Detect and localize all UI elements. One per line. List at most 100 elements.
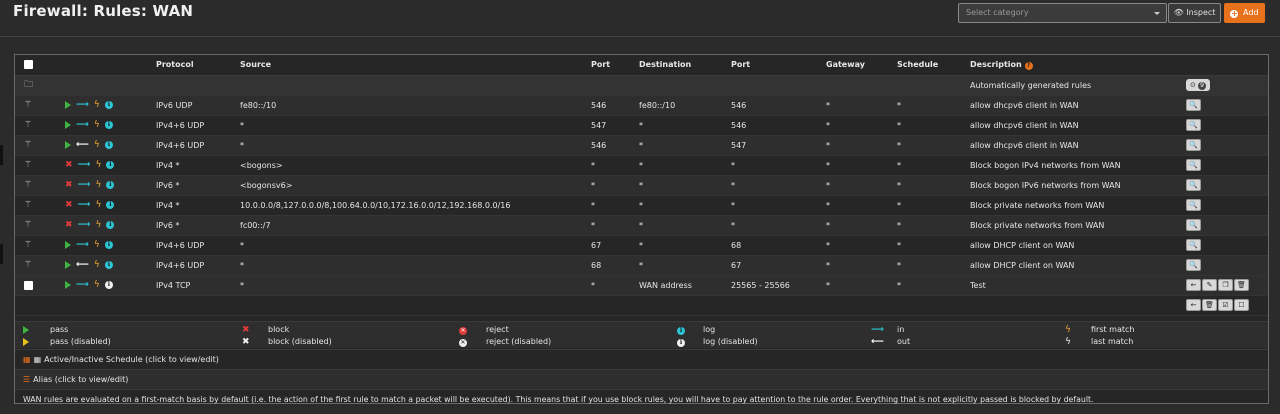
cell-protocol: IPv6 * <box>156 180 180 190</box>
legend-log-disabled: log (disabled) <box>703 337 758 346</box>
log-icon[interactable]: i <box>104 101 113 109</box>
cell-gateway: * <box>826 100 830 110</box>
window-edge <box>0 244 3 264</box>
inspect-button[interactable]: 👁 Inspect <box>1168 3 1221 23</box>
move-rule-button[interactable]: ← <box>1186 279 1201 291</box>
cell-protocol: IPv4 TCP <box>156 280 191 290</box>
pass-icon[interactable] <box>65 141 71 149</box>
table-row[interactable]: ⚚ ⟵ ϟ i IPv4+6 UDP * 546 * 547 * * allow dhcpv6 cli… <box>15 135 1268 155</box>
cell-src-port: * <box>591 180 595 190</box>
cell-gateway: * <box>826 240 830 250</box>
log-icon[interactable]: i <box>104 241 113 249</box>
cell-schedule: * <box>897 160 901 170</box>
arrow-in-icon: ⟶ <box>77 180 91 190</box>
col-gateway: Gateway <box>822 55 893 76</box>
log-icon[interactable]: i <box>106 201 115 209</box>
pass-icon[interactable] <box>65 261 71 269</box>
cell-destination: * <box>639 200 643 210</box>
clone-rule-button[interactable]: ❐ <box>1218 279 1233 291</box>
plus-circle-icon: + <box>1230 9 1239 18</box>
arrow-in-icon: ⟶ <box>76 100 89 110</box>
expand-auto-rules-button[interactable]: ⊙ 9 <box>1186 79 1210 91</box>
pass-icon[interactable] <box>65 241 71 249</box>
log-icon[interactable]: i <box>106 221 115 229</box>
log-icon[interactable]: i <box>104 121 113 129</box>
alias-note[interactable]: ☰ Alias (click to view/edit) <box>15 369 1268 389</box>
table-row[interactable]: ⚚ ⟶ ϟ i IPv4+6 UDP * 547 * 546 * * allow dhcpv6 cli… <box>15 115 1268 135</box>
calendar-icon: ▦ <box>23 355 31 364</box>
add-button[interactable]: + Add <box>1224 3 1265 23</box>
cell-protocol: IPv4+6 UDP <box>156 120 205 130</box>
rule-info-button[interactable]: 🔍 <box>1186 259 1201 271</box>
category-select[interactable]: Select category <box>958 3 1167 23</box>
cell-destination: * <box>639 160 643 170</box>
schedule-note-text: Active/Inactive Schedule (click to view/… <box>44 355 219 364</box>
rule-checkbox[interactable] <box>24 280 33 290</box>
table-row[interactable]: ⚚ ✖ ⟶ ϟ i IPv4 * 10.0.0.0/8,127.0.0.0/8,100.64… <box>15 195 1268 215</box>
cell-src-port: 546 <box>591 100 607 110</box>
magic-wand-icon: ⚚ <box>24 100 33 110</box>
log-disabled-icon: i <box>677 339 685 347</box>
table-row[interactable]: ⚚ ✖ ⟶ ϟ i IPv4 * <bogons> * * * * * Block bogon IPv4… <box>15 155 1268 175</box>
cell-schedule: * <box>897 140 901 150</box>
bulk-disable-button[interactable]: ☐ <box>1234 299 1249 311</box>
cell-source: fc00::/7 <box>240 220 271 230</box>
rule-info-button[interactable]: 🔍 <box>1186 219 1201 231</box>
log-icon: i <box>677 327 685 335</box>
user-rule-row[interactable]: ⟶ ϟ i IPv4 TCP * * WAN address 25565 - 25566 * * T… <box>15 275 1268 295</box>
cell-destination: * <box>639 220 643 230</box>
table-row[interactable]: ⚚ ⟶ ϟ i IPv6 UDP fe80::/10 546 fe80::/10 546 * * al… <box>15 95 1268 115</box>
block-icon[interactable]: ✖ <box>65 221 73 230</box>
edit-rule-button[interactable]: ✎ <box>1202 279 1217 291</box>
pass-icon[interactable] <box>65 101 71 109</box>
pass-disabled-icon <box>23 337 29 346</box>
log-icon[interactable]: i <box>106 161 115 169</box>
rule-info-button[interactable]: 🔍 <box>1186 179 1201 191</box>
list-icon: ☰ <box>23 375 31 384</box>
legend-block: block <box>268 325 290 334</box>
log-disabled-icon[interactable]: i <box>104 281 113 289</box>
block-icon[interactable]: ✖ <box>65 161 73 170</box>
help-icon[interactable]: ? <box>1024 61 1033 70</box>
schedule-note[interactable]: ▦ ▦ Active/Inactive Schedule (click to vie… <box>15 349 1268 369</box>
table-row[interactable]: ⚚ ⟵ ϟ i IPv4+6 UDP * 68 * 67 * * allow DHCP client … <box>15 255 1268 275</box>
bulk-delete-button[interactable]: 🗑 <box>1202 299 1217 311</box>
log-icon[interactable]: i <box>104 261 113 269</box>
rule-info-button[interactable]: 🔍 <box>1186 239 1201 251</box>
select-all-checkbox[interactable] <box>24 60 33 70</box>
delete-rule-button[interactable]: 🗑 <box>1234 279 1249 291</box>
col-source: Source <box>236 55 587 76</box>
legend-log: log <box>703 325 716 334</box>
cell-gateway: * <box>826 260 830 270</box>
wan-info-text: WAN rules are evaluated on a first-match… <box>23 395 1094 404</box>
cell-gateway: * <box>826 280 830 290</box>
first-match-icon: ϟ <box>93 240 100 250</box>
table-row[interactable]: ⚚ ✖ ⟶ ϟ i IPv6 * fc00::/7 * * * * * Block private ne… <box>15 215 1268 235</box>
rule-info-button[interactable]: 🔍 <box>1186 139 1201 151</box>
last-match-icon: ϟ <box>1065 337 1071 347</box>
first-match-icon: ϟ <box>93 120 100 130</box>
table-row[interactable]: ⚚ ⟶ ϟ i IPv4+6 UDP * 67 * 68 * * allow DHCP client … <box>15 235 1268 255</box>
pass-icon[interactable] <box>65 121 71 129</box>
rule-info-button[interactable]: 🔍 <box>1186 99 1201 111</box>
cell-source: * <box>240 280 244 290</box>
table-row[interactable]: ⚚ ✖ ⟶ ϟ i IPv6 * <bogonsv6> * * * * * Block bogon IP… <box>15 175 1268 195</box>
log-icon[interactable]: i <box>106 181 115 189</box>
pass-icon[interactable] <box>65 281 71 289</box>
first-match-icon[interactable]: ϟ <box>94 281 100 290</box>
first-match-icon: ϟ <box>93 140 100 150</box>
rule-info-button[interactable]: 🔍 <box>1186 199 1201 211</box>
cell-destination: * <box>639 180 643 190</box>
rule-info-button[interactable]: 🔍 <box>1186 119 1201 131</box>
cell-src-port: * <box>591 280 595 290</box>
arrow-in-icon[interactable]: ⟶ <box>76 281 89 290</box>
bulk-move-button[interactable]: ← <box>1186 299 1201 311</box>
cell-protocol: IPv4+6 UDP <box>156 140 205 150</box>
auto-rules-row[interactable]: 🗀 Automatically generated rules ⊙ 9 <box>15 75 1268 95</box>
rule-info-button[interactable]: 🔍 <box>1186 159 1201 171</box>
log-icon[interactable]: i <box>104 141 113 149</box>
block-icon[interactable]: ✖ <box>65 181 73 190</box>
arrow-out-icon: ⟵ <box>76 260 89 270</box>
bulk-enable-button[interactable]: ☑ <box>1218 299 1233 311</box>
block-icon[interactable]: ✖ <box>65 201 73 210</box>
